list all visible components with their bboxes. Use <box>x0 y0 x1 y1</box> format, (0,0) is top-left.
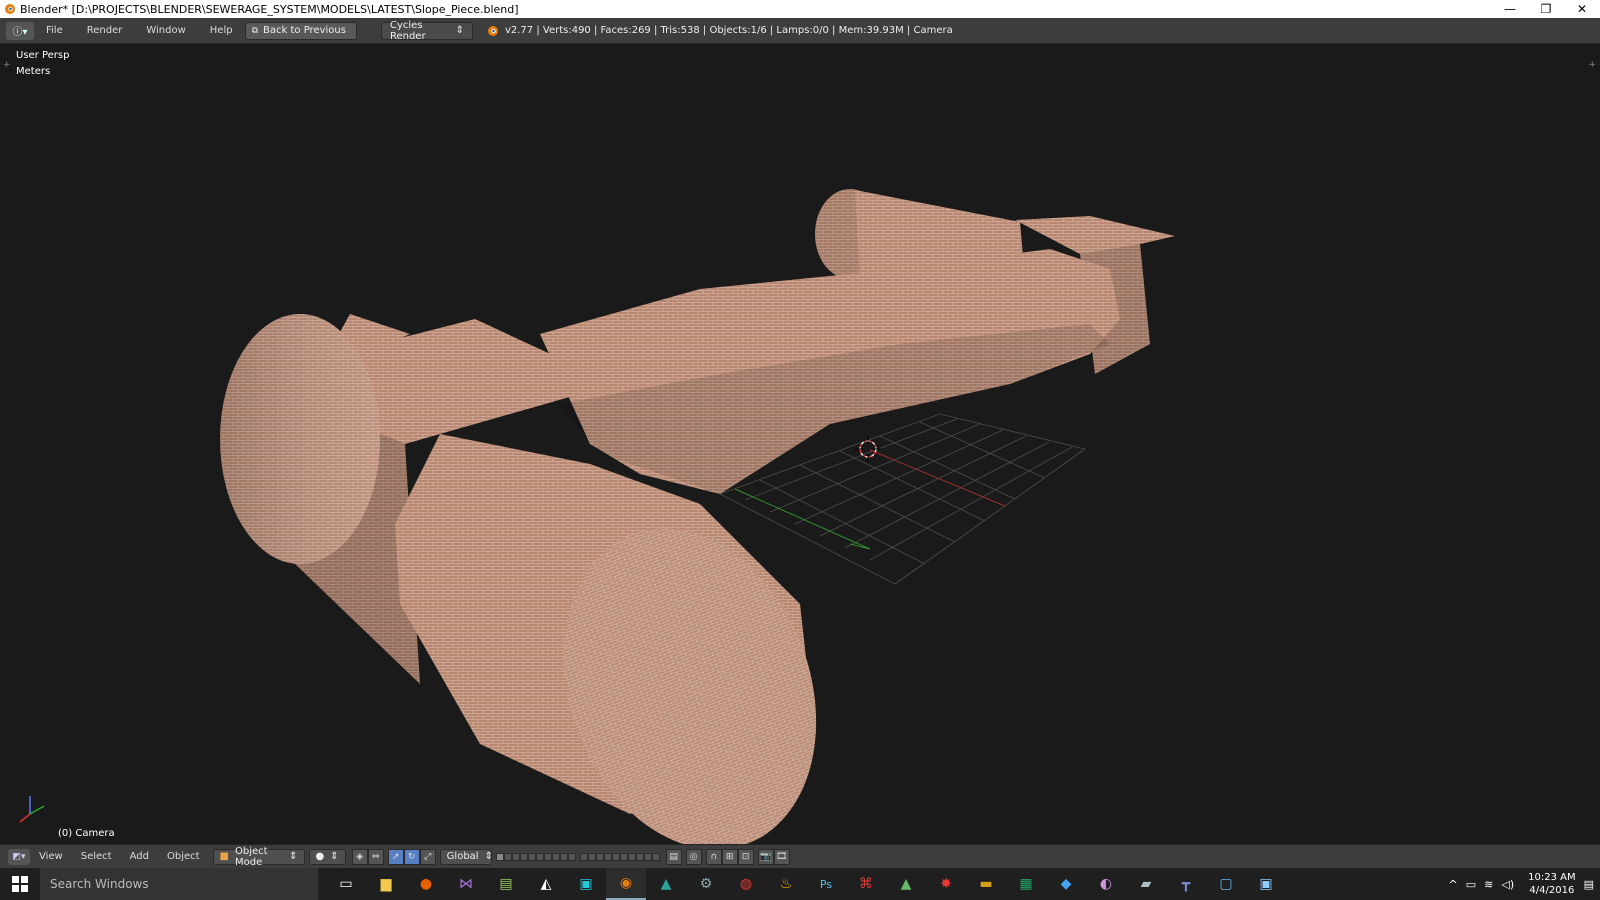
chevron-up-icon[interactable]: ^ <box>1449 878 1458 891</box>
axis-gizmo-icon <box>19 796 45 823</box>
updown-arrow-icon: ⇕ <box>484 851 493 862</box>
taskbar-search-input[interactable]: Search Windows <box>40 868 318 900</box>
task-view-icon[interactable]: ▭ <box>326 868 366 900</box>
maximize-button[interactable]: ❐ <box>1528 0 1564 18</box>
back-to-previous-label: Back to Previous <box>263 25 346 36</box>
notifications-icon[interactable]: ▤ <box>1584 878 1594 891</box>
app-red-icon[interactable]: ✸ <box>926 868 966 900</box>
snap-magnet-icon[interactable]: ∩ <box>705 848 722 865</box>
menu-window[interactable]: Window <box>134 18 197 44</box>
snap-element-icon[interactable]: ⊞ <box>721 848 738 865</box>
blender-taskbar-icon[interactable]: ◉ <box>606 868 646 900</box>
clock-date: 4/4/2016 <box>1529 885 1575 896</box>
layer-buttons[interactable] <box>579 852 660 861</box>
app-remote-icon[interactable]: ▢ <box>1206 868 1246 900</box>
visual-studio-icon[interactable]: ⋈ <box>446 868 486 900</box>
interaction-mode-label: Object Mode <box>235 845 268 868</box>
updown-arrow-icon: ⇕ <box>289 851 298 862</box>
window-titlebar: Blender* [D:\PROJECTS\BLENDER\SEWERAGE_S… <box>0 0 1600 18</box>
opengl-animation-icon[interactable]: 🎞 <box>773 848 790 865</box>
menu-add[interactable]: Add <box>121 851 158 862</box>
app-flame-icon[interactable]: ♨ <box>766 868 806 900</box>
app-screen-icon[interactable]: ▣ <box>1246 868 1286 900</box>
system-tray: ^ ▭ ≋ ◁) 10:23 AM 4/4/2016 ▤ <box>1449 868 1600 900</box>
viewport-shading-select[interactable]: ● ⇕ <box>308 848 346 865</box>
menu-select[interactable]: Select <box>72 851 121 862</box>
transform-rotate-icon[interactable]: ↻ <box>403 848 420 865</box>
battery-icon[interactable]: ▭ <box>1466 878 1476 891</box>
steam-icon[interactable]: ⚙ <box>686 868 726 900</box>
cube-icon: ■ <box>219 851 229 862</box>
window-title: Blender* [D:\PROJECTS\BLENDER\SEWERAGE_S… <box>20 2 519 16</box>
screen-back-icon: ⧉ <box>251 25 259 36</box>
app-laptop-icon[interactable]: ▰ <box>1126 868 1166 900</box>
back-to-previous-button[interactable]: ⧉ Back to Previous <box>244 21 357 40</box>
app-folder-icon[interactable]: ▬ <box>966 868 1006 900</box>
menu-render[interactable]: Render <box>75 18 135 44</box>
manipulator-toggle-icon[interactable]: ⇔ <box>367 848 384 865</box>
windows-taskbar: Search Windows ▭ ▆ ● ⋈ ▤ ◭ ▣ ◉ ▲ ⚙ ◍ ♨ P… <box>0 868 1600 900</box>
menu-view[interactable]: View <box>30 851 72 862</box>
maya-icon[interactable]: ▲ <box>646 868 686 900</box>
menu-help[interactable]: Help <box>198 18 245 44</box>
proportional-edit-icon[interactable]: ◎ <box>685 848 702 865</box>
menu-file[interactable]: File <box>34 18 75 44</box>
clock-time: 10:23 AM <box>1528 872 1576 883</box>
snap-target-icon[interactable]: ⊡ <box>737 848 754 865</box>
scene-stats: v2.77 | Verts:490 | Faces:269 | Tris:538… <box>487 25 953 37</box>
file-explorer-icon[interactable]: ▆ <box>366 868 406 900</box>
acrobat-icon[interactable]: ⌘ <box>846 868 886 900</box>
close-button[interactable]: ✕ <box>1564 0 1600 18</box>
blender-logo-icon <box>5 4 15 14</box>
editor-type-icon[interactable]: ⓘ▾ <box>6 21 34 40</box>
photoshop-icon[interactable]: Ps <box>806 868 846 900</box>
3d-cursor-icon[interactable] <box>855 436 881 462</box>
taskbar-clock[interactable]: 10:23 AM 4/4/2016 <box>1528 871 1575 897</box>
active-object-label: (0) Camera <box>58 828 115 839</box>
info-header: ⓘ▾ File Render Window Help ⧉ Back to Pre… <box>0 18 1600 44</box>
unity-icon[interactable]: ◭ <box>526 868 566 900</box>
app-triangle-icon[interactable]: ▲ <box>886 868 926 900</box>
wifi-icon[interactable]: ≋ <box>1484 878 1493 891</box>
creative-cloud-icon[interactable]: ◍ <box>726 868 766 900</box>
sewer-pipe-model <box>220 189 1175 844</box>
view3d-header: ◩▾ View Select Add Object ■ Object Mode … <box>0 844 1600 868</box>
render-engine-select[interactable]: Cycles Render ⇕ <box>380 19 473 42</box>
layer-buttons[interactable] <box>495 852 576 861</box>
3d-viewport[interactable]: User Persp Meters + + (0) Camera <box>0 44 1600 844</box>
shading-sphere-icon: ● <box>315 851 325 862</box>
blender-logo-icon <box>487 25 498 36</box>
editor-type-icon[interactable]: ◩▾ <box>8 848 30 865</box>
app-box-icon[interactable]: ◆ <box>1046 868 1086 900</box>
transform-scale-icon[interactable]: ⤢ <box>419 848 436 865</box>
opengl-render-icon[interactable]: 📷 <box>757 848 774 865</box>
minimize-button[interactable]: — <box>1492 0 1528 18</box>
app-paint-icon[interactable]: ◐ <box>1086 868 1126 900</box>
taskbar-apps: ▭ ▆ ● ⋈ ▤ ◭ ▣ ◉ ▲ ⚙ ◍ ♨ Ps ⌘ ▲ ✸ ▬ ▦ ◆ ◐… <box>326 868 1286 900</box>
app-t-icon[interactable]: ┳ <box>1166 868 1206 900</box>
transform-orientation-label: Global <box>446 851 479 862</box>
menu-object[interactable]: Object <box>158 851 209 862</box>
scene-stats-text: v2.77 | Verts:490 | Faces:269 | Tris:538… <box>504 25 953 36</box>
notepad-icon[interactable]: ▤ <box>486 868 526 900</box>
excel-icon[interactable]: ▦ <box>1006 868 1046 900</box>
transform-orientation-select[interactable]: Global ⇕ <box>439 848 493 865</box>
render-engine-label: Cycles Render <box>389 19 426 42</box>
lock-layers-icon[interactable]: ▤ <box>665 848 682 865</box>
scene-render <box>19 189 1175 844</box>
app-green-icon[interactable]: ▣ <box>566 868 606 900</box>
transform-translate-icon[interactable]: ↗ <box>387 848 404 865</box>
updown-arrow-icon: ⇕ <box>455 25 464 36</box>
windows-start-icon[interactable] <box>0 868 40 900</box>
updown-arrow-icon: ⇕ <box>330 851 339 862</box>
pivot-point-icon[interactable]: ◈ <box>351 848 368 865</box>
interaction-mode-select[interactable]: ■ Object Mode ⇕ <box>212 845 305 868</box>
speaker-icon[interactable]: ◁) <box>1501 878 1514 891</box>
firefox-icon[interactable]: ● <box>406 868 446 900</box>
